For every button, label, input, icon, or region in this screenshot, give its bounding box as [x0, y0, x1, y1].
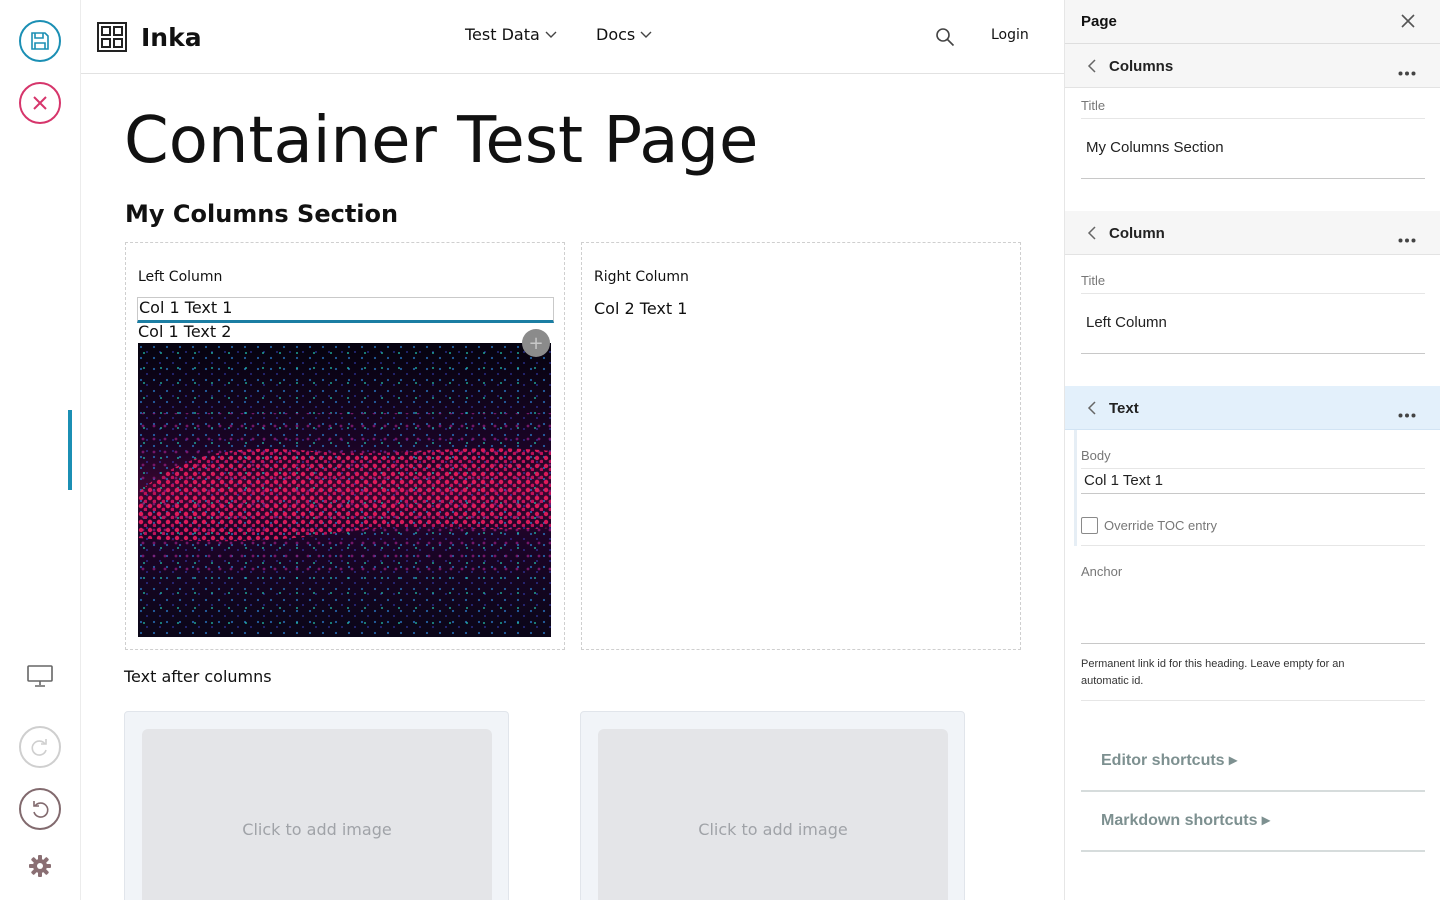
image-card: Click to add image — [124, 711, 509, 900]
chevron-down-icon — [545, 31, 557, 38]
cancel-button[interactable] — [19, 82, 61, 124]
close-icon — [1401, 14, 1415, 28]
nav-test-data[interactable]: Test Data — [465, 25, 557, 44]
more-icon[interactable] — [1398, 230, 1416, 248]
section-title-text: Text — [1109, 400, 1139, 417]
microscopy-image[interactable] — [138, 343, 551, 637]
section-header-columns[interactable]: Columns — [1065, 44, 1440, 88]
redo-button[interactable] — [19, 726, 61, 768]
panel-close-button[interactable] — [1400, 13, 1416, 34]
editor-shortcuts-toggle[interactable]: Editor shortcuts ▸ — [1081, 734, 1425, 792]
column-title: Right Column — [594, 269, 689, 285]
site-logo[interactable]: Inka — [97, 22, 202, 52]
override-toc-checkbox[interactable] — [1081, 517, 1098, 534]
divider — [1081, 545, 1425, 546]
nav-test-data-label: Test Data — [465, 25, 540, 44]
markdown-shortcuts-label: Markdown shortcuts ▸ — [1101, 812, 1270, 829]
override-toc-label: Override TOC entry — [1104, 518, 1217, 533]
close-circle-icon — [33, 96, 47, 110]
page-title[interactable]: Container Test Page — [124, 104, 758, 178]
text-block[interactable]: Col 2 Text 1 — [594, 299, 687, 318]
override-toc-row[interactable]: Override TOC entry — [1081, 517, 1217, 534]
preview-button[interactable] — [24, 662, 56, 690]
text-block[interactable]: Text after columns — [124, 667, 272, 686]
title-field-label: Title — [1081, 273, 1106, 288]
properties-panel: Page Columns Title My Columns Section Co… — [1064, 0, 1440, 900]
image-placeholder[interactable]: Click to add image — [598, 729, 948, 900]
more-icon[interactable] — [1398, 63, 1416, 81]
search-icon — [936, 28, 955, 47]
page-content: Container Test Page My Columns Section L… — [81, 74, 1064, 900]
anchor-field-label: Anchor — [1081, 564, 1123, 579]
panel-title: Page — [1081, 13, 1117, 30]
image-placeholder-label: Click to add image — [698, 819, 848, 839]
section-title-column: Column — [1109, 225, 1165, 242]
nav-docs-label: Docs — [596, 25, 636, 44]
left-column[interactable]: Left Column Col 1 Text 1 Col 1 Text 2 + — [125, 242, 565, 650]
columns-title-input[interactable]: My Columns Section — [1081, 118, 1425, 179]
more-icon[interactable] — [1398, 405, 1416, 423]
anchor-help-text: Permanent link id for this heading. Leav… — [1081, 658, 1345, 687]
image-card: Click to add image — [580, 711, 965, 900]
search-button[interactable] — [935, 27, 955, 51]
column-title-input[interactable]: Left Column — [1081, 293, 1425, 354]
chevron-left-icon[interactable] — [1087, 59, 1097, 78]
markdown-shortcuts-toggle[interactable]: Markdown shortcuts ▸ — [1081, 794, 1425, 852]
text-block[interactable]: Col 1 Text 2 — [138, 322, 231, 341]
body-field-label: Body — [1081, 448, 1111, 463]
divider — [1081, 700, 1425, 701]
editor-scrollbar[interactable] — [68, 410, 72, 490]
undo-button[interactable] — [19, 788, 61, 830]
save-icon — [31, 32, 49, 50]
save-button[interactable] — [19, 20, 61, 62]
anchor-input[interactable] — [1081, 590, 1425, 644]
section-header-column[interactable]: Column — [1065, 211, 1440, 255]
undo-icon — [33, 801, 49, 818]
right-column[interactable]: Right Column Col 2 Text 1 — [581, 242, 1021, 650]
active-field-indicator — [1074, 430, 1077, 546]
text-block-selected[interactable]: Col 1 Text 1 — [137, 297, 554, 323]
plus-icon: + — [528, 332, 544, 354]
editor-toolbar — [0, 0, 81, 900]
nav-docs[interactable]: Docs — [596, 25, 652, 44]
image-placeholder[interactable]: Click to add image — [142, 729, 492, 900]
chevron-left-icon[interactable] — [1087, 401, 1097, 420]
logo-icon — [97, 22, 127, 52]
section-title[interactable]: My Columns Section — [125, 200, 398, 228]
panel-header: Page — [1065, 0, 1440, 44]
display-icon — [27, 665, 53, 687]
section-title-columns: Columns — [1109, 58, 1174, 75]
column-title: Left Column — [138, 269, 223, 285]
gear-icon — [29, 855, 51, 877]
title-field-label: Title — [1081, 98, 1106, 113]
chevron-left-icon[interactable] — [1087, 226, 1097, 245]
site-header: Inka Test Data Docs Login — [81, 0, 1064, 74]
login-link[interactable]: Login — [991, 27, 1029, 43]
image-placeholder-label: Click to add image — [242, 819, 392, 839]
settings-button[interactable] — [26, 852, 54, 880]
site-name: Inka — [141, 22, 202, 52]
chevron-down-icon — [640, 31, 652, 38]
redo-icon — [31, 739, 47, 756]
add-block-button[interactable]: + — [522, 329, 550, 357]
body-input[interactable]: Col 1 Text 1 — [1081, 468, 1425, 494]
section-header-text[interactable]: Text — [1065, 386, 1440, 430]
editor-shortcuts-label: Editor shortcuts ▸ — [1101, 752, 1238, 769]
